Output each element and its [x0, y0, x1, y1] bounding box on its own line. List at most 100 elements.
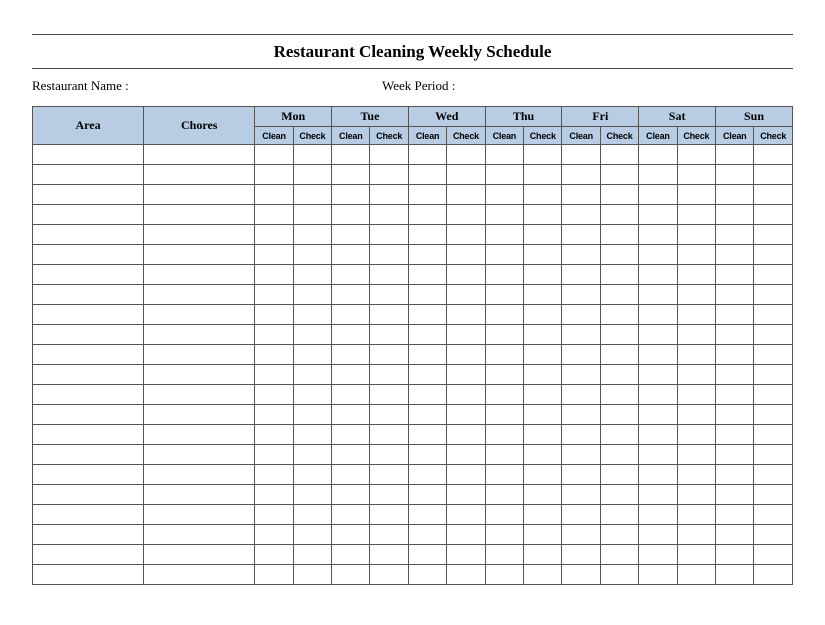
entry-cell[interactable]	[754, 245, 793, 265]
area-cell[interactable]	[33, 465, 144, 485]
entry-cell[interactable]	[408, 285, 446, 305]
entry-cell[interactable]	[255, 505, 293, 525]
area-cell[interactable]	[33, 545, 144, 565]
chores-cell[interactable]	[144, 425, 255, 445]
entry-cell[interactable]	[370, 545, 408, 565]
entry-cell[interactable]	[600, 345, 638, 365]
area-cell[interactable]	[33, 405, 144, 425]
entry-cell[interactable]	[370, 385, 408, 405]
entry-cell[interactable]	[293, 245, 331, 265]
chores-cell[interactable]	[144, 265, 255, 285]
entry-cell[interactable]	[716, 345, 754, 365]
area-cell[interactable]	[33, 165, 144, 185]
entry-cell[interactable]	[677, 565, 715, 585]
entry-cell[interactable]	[524, 305, 562, 325]
entry-cell[interactable]	[639, 165, 677, 185]
entry-cell[interactable]	[524, 165, 562, 185]
entry-cell[interactable]	[754, 505, 793, 525]
entry-cell[interactable]	[408, 385, 446, 405]
entry-cell[interactable]	[639, 145, 677, 165]
entry-cell[interactable]	[332, 325, 370, 345]
entry-cell[interactable]	[716, 445, 754, 465]
entry-cell[interactable]	[370, 505, 408, 525]
entry-cell[interactable]	[408, 265, 446, 285]
entry-cell[interactable]	[447, 205, 485, 225]
entry-cell[interactable]	[600, 325, 638, 345]
entry-cell[interactable]	[524, 225, 562, 245]
entry-cell[interactable]	[332, 525, 370, 545]
entry-cell[interactable]	[332, 485, 370, 505]
area-cell[interactable]	[33, 385, 144, 405]
entry-cell[interactable]	[562, 405, 600, 425]
entry-cell[interactable]	[447, 185, 485, 205]
entry-cell[interactable]	[562, 505, 600, 525]
entry-cell[interactable]	[639, 525, 677, 545]
entry-cell[interactable]	[408, 405, 446, 425]
entry-cell[interactable]	[293, 265, 331, 285]
entry-cell[interactable]	[408, 545, 446, 565]
entry-cell[interactable]	[600, 485, 638, 505]
entry-cell[interactable]	[293, 465, 331, 485]
entry-cell[interactable]	[754, 225, 793, 245]
entry-cell[interactable]	[677, 445, 715, 465]
entry-cell[interactable]	[716, 365, 754, 385]
area-cell[interactable]	[33, 485, 144, 505]
entry-cell[interactable]	[639, 345, 677, 365]
entry-cell[interactable]	[447, 505, 485, 525]
chores-cell[interactable]	[144, 465, 255, 485]
entry-cell[interactable]	[562, 245, 600, 265]
entry-cell[interactable]	[447, 445, 485, 465]
entry-cell[interactable]	[639, 225, 677, 245]
entry-cell[interactable]	[754, 565, 793, 585]
entry-cell[interactable]	[600, 305, 638, 325]
entry-cell[interactable]	[485, 305, 523, 325]
entry-cell[interactable]	[562, 205, 600, 225]
entry-cell[interactable]	[447, 325, 485, 345]
entry-cell[interactable]	[754, 305, 793, 325]
entry-cell[interactable]	[293, 385, 331, 405]
entry-cell[interactable]	[524, 565, 562, 585]
entry-cell[interactable]	[255, 445, 293, 465]
entry-cell[interactable]	[562, 345, 600, 365]
entry-cell[interactable]	[293, 405, 331, 425]
entry-cell[interactable]	[716, 465, 754, 485]
entry-cell[interactable]	[332, 305, 370, 325]
chores-cell[interactable]	[144, 385, 255, 405]
entry-cell[interactable]	[447, 425, 485, 445]
entry-cell[interactable]	[600, 365, 638, 385]
entry-cell[interactable]	[639, 265, 677, 285]
entry-cell[interactable]	[562, 545, 600, 565]
area-cell[interactable]	[33, 365, 144, 385]
entry-cell[interactable]	[524, 385, 562, 405]
area-cell[interactable]	[33, 245, 144, 265]
entry-cell[interactable]	[677, 225, 715, 245]
entry-cell[interactable]	[600, 465, 638, 485]
entry-cell[interactable]	[447, 365, 485, 385]
entry-cell[interactable]	[485, 425, 523, 445]
entry-cell[interactable]	[600, 185, 638, 205]
entry-cell[interactable]	[332, 265, 370, 285]
entry-cell[interactable]	[255, 365, 293, 385]
entry-cell[interactable]	[562, 325, 600, 345]
entry-cell[interactable]	[754, 485, 793, 505]
entry-cell[interactable]	[408, 185, 446, 205]
entry-cell[interactable]	[524, 205, 562, 225]
chores-cell[interactable]	[144, 205, 255, 225]
chores-cell[interactable]	[144, 285, 255, 305]
entry-cell[interactable]	[447, 305, 485, 325]
entry-cell[interactable]	[447, 565, 485, 585]
entry-cell[interactable]	[485, 325, 523, 345]
entry-cell[interactable]	[524, 365, 562, 385]
entry-cell[interactable]	[485, 185, 523, 205]
entry-cell[interactable]	[447, 385, 485, 405]
entry-cell[interactable]	[716, 505, 754, 525]
entry-cell[interactable]	[754, 545, 793, 565]
entry-cell[interactable]	[293, 185, 331, 205]
entry-cell[interactable]	[754, 385, 793, 405]
entry-cell[interactable]	[485, 265, 523, 285]
entry-cell[interactable]	[600, 385, 638, 405]
entry-cell[interactable]	[447, 545, 485, 565]
entry-cell[interactable]	[332, 285, 370, 305]
entry-cell[interactable]	[370, 285, 408, 305]
entry-cell[interactable]	[370, 225, 408, 245]
